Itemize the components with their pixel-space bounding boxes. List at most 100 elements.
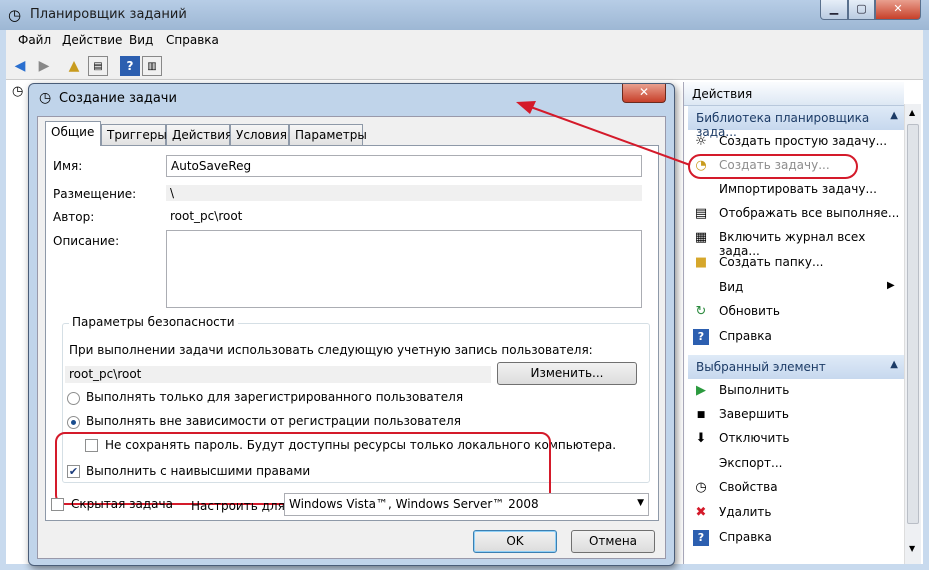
collapse-up-icon: ▲: [890, 110, 898, 121]
menu-action[interactable]: Действие: [62, 33, 122, 47]
folder-icon: ■: [694, 255, 708, 270]
library-section-header[interactable]: Библиотека планировщика зада... ▲: [688, 106, 904, 139]
toolbar: ◀ ▶ ▲ ▤ ? ▥: [6, 52, 923, 80]
actions-scrollbar[interactable]: ▲ ▼: [904, 104, 921, 564]
menu-bar: Файл Действие Вид Справка: [6, 30, 923, 52]
dialog-title: Создание задачи: [59, 91, 177, 106]
action-refresh[interactable]: ↻ Обновить: [684, 301, 904, 323]
action-label: Завершить: [719, 407, 789, 421]
list-icon: ▤: [694, 206, 708, 221]
action-enable-history[interactable]: ▦ Включить журнал всех зада...: [684, 227, 904, 258]
hidden-task-label: Скрытая задача: [71, 497, 173, 511]
up-folder-icon[interactable]: ▲: [64, 56, 84, 76]
account-value: root_pc\root: [65, 366, 491, 383]
action-label: Выполнить: [719, 383, 790, 397]
forward-icon[interactable]: ▶: [34, 56, 54, 76]
actions-header: Действия: [684, 82, 904, 106]
tab-conditions[interactable]: Условия: [230, 124, 289, 145]
action-display-running[interactable]: ▤ Отображать все выполняе...: [684, 203, 904, 225]
menu-file[interactable]: Файл: [18, 33, 51, 47]
ok-button[interactable]: OK: [473, 530, 557, 553]
action-help-selected[interactable]: ? Справка: [684, 527, 904, 547]
action-label: Удалить: [719, 505, 772, 519]
scroll-down-icon[interactable]: ▼: [909, 544, 915, 553]
selected-section-label: Выбранный элемент: [696, 360, 826, 374]
help-icon[interactable]: ?: [120, 56, 140, 76]
action-new-folder[interactable]: ■ Создать папку...: [684, 252, 904, 274]
description-label: Описание:: [53, 234, 120, 248]
action-label: Отключить: [719, 431, 790, 445]
tab-settings[interactable]: Параметры: [289, 124, 367, 145]
clock-icon: ◷: [8, 6, 22, 24]
submenu-arrow-icon: ▶: [887, 280, 895, 291]
help-icon: ?: [693, 530, 709, 546]
scroll-thumb[interactable]: [907, 124, 919, 524]
hidden-task-checkbox[interactable]: [51, 498, 64, 511]
help-icon: ?: [693, 329, 709, 345]
log-icon: ▦: [694, 230, 708, 245]
cancel-button[interactable]: Отмена: [571, 530, 655, 553]
action-help[interactable]: ? Справка: [684, 326, 904, 348]
show-tree-icon[interactable]: ▤: [88, 56, 108, 76]
location-label: Размещение:: [53, 187, 137, 201]
security-group-title: Параметры безопасности: [69, 315, 238, 329]
annotation-highlight-oval: [688, 154, 858, 179]
wizard-icon: ☼: [695, 134, 707, 149]
configure-for-value: Windows Vista™, Windows Server™ 2008: [289, 497, 539, 511]
action-view[interactable]: Вид ▶: [684, 277, 904, 299]
action-label: Свойства: [719, 480, 778, 494]
name-input[interactable]: AutoSaveReg: [166, 155, 642, 177]
play-icon: ▶: [696, 383, 706, 398]
collapse-up-icon: ▲: [890, 359, 898, 370]
dropdown-arrow-icon: ▼: [637, 498, 644, 508]
action-run[interactable]: ▶ Выполнить: [684, 380, 904, 402]
action-create-basic-task[interactable]: ☼ Создать простую задачу...: [684, 131, 904, 153]
action-label: Справка: [719, 329, 772, 343]
action-label: Создать папку...: [719, 255, 824, 269]
action-label: Экспорт...: [719, 456, 783, 470]
action-import-task[interactable]: Импортировать задачу...: [684, 179, 904, 201]
tab-actions[interactable]: Действия: [166, 124, 232, 145]
configure-for-select[interactable]: Windows Vista™, Windows Server™ 2008 ▼: [284, 493, 649, 516]
description-textarea[interactable]: [166, 230, 642, 308]
location-value: \: [166, 185, 642, 201]
name-label: Имя:: [53, 159, 83, 173]
menu-help[interactable]: Справка: [166, 33, 219, 47]
menu-view[interactable]: Вид: [129, 33, 153, 47]
action-end[interactable]: ■ Завершить: [684, 404, 904, 426]
author-value: root_pc\root: [166, 208, 642, 224]
stop-icon: ■: [696, 410, 706, 420]
action-export[interactable]: Экспорт...: [684, 453, 904, 475]
close-button[interactable]: ✕: [875, 0, 921, 20]
action-disable[interactable]: ⬇ Отключить: [684, 428, 904, 450]
author-label: Автор:: [53, 210, 95, 224]
clock-icon: ◷: [39, 90, 52, 106]
back-icon[interactable]: ◀: [10, 56, 30, 76]
action-label: Обновить: [719, 304, 780, 318]
configure-for-label: Настроить для:: [191, 499, 289, 513]
show-pane-icon[interactable]: ▥: [142, 56, 162, 76]
account-prompt: При выполнении задачи использовать следу…: [69, 343, 593, 357]
tab-triggers[interactable]: Триггеры: [101, 124, 167, 145]
scheduler-node-icon[interactable]: ◷: [12, 84, 23, 99]
change-user-button[interactable]: Изменить...: [497, 362, 637, 385]
action-label: Импортировать задачу...: [719, 182, 877, 196]
radio-logged-on-only[interactable]: [67, 392, 80, 405]
tab-general[interactable]: Общие: [45, 121, 101, 146]
maximize-button[interactable]: ▢: [848, 0, 875, 20]
selected-section-header[interactable]: Выбранный элемент ▲: [688, 355, 904, 379]
scroll-up-icon[interactable]: ▲: [909, 108, 915, 117]
title-bar[interactable]: ◷ Планировщик заданий ▁ ▢ ✕: [0, 0, 929, 30]
general-tab-panel: Имя: AutoSaveReg Размещение: \ Автор: ro…: [45, 145, 659, 521]
dialog-close-button[interactable]: ✕: [622, 84, 666, 103]
disable-arrow-icon: ⬇: [695, 431, 707, 446]
action-delete[interactable]: ✖ Удалить: [684, 502, 904, 524]
radio-run-always[interactable]: [67, 416, 80, 429]
radio-logged-on-label: Выполнять только для зарегистрированного…: [86, 390, 464, 404]
action-label: Справка: [719, 530, 772, 544]
create-task-dialog: ◷ Создание задачи ✕ Общие Триггеры Дейст…: [28, 83, 675, 566]
minimize-button[interactable]: ▁: [820, 0, 848, 20]
action-properties[interactable]: ◷ Свойства: [684, 477, 904, 499]
delete-x-icon: ✖: [695, 505, 707, 520]
refresh-icon: ↻: [695, 304, 707, 319]
